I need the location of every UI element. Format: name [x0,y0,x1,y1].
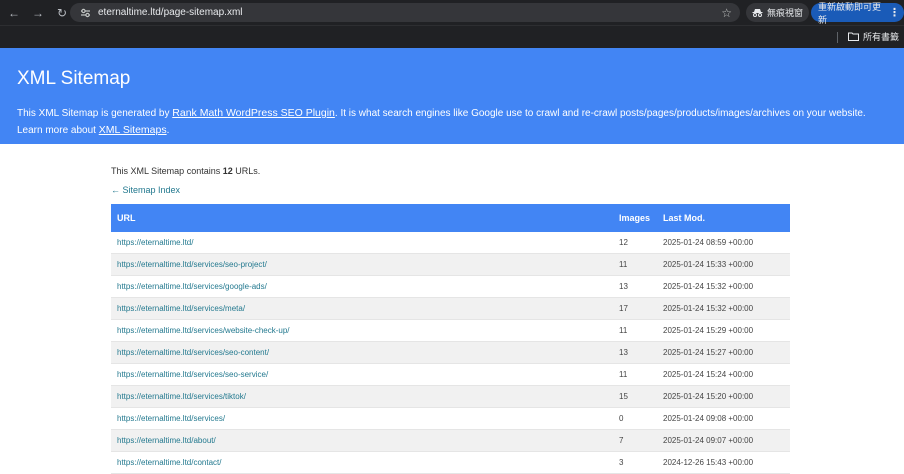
sitemap-url-link[interactable]: https://eternaltime.ltd/services/seo-con… [117,348,269,357]
browser-toolbar: ← → ↻ eternaltime.ltd/page-sitemap.xml ☆… [0,0,904,25]
lastmod-cell: 2025-01-24 09:07 +00:00 [657,429,790,452]
page-title: XML Sitemap [17,68,131,89]
url-cell: https://eternaltime.ltd/services/meta/ [111,297,613,320]
sitemap-content: This XML Sitemap contains 12 URLs. ← Sit… [111,166,790,474]
lastmod-cell: 2025-01-24 15:24 +00:00 [657,363,790,386]
url-cell: https://eternaltime.ltd/about/ [111,429,613,452]
sitemap-url-link[interactable]: https://eternaltime.ltd/services/website… [117,326,290,335]
url-cell: https://eternaltime.ltd/ [111,232,613,254]
url-cell: https://eternaltime.ltd/services/tiktok/ [111,385,613,408]
sitemap-url-link[interactable]: https://eternaltime.ltd/services/ [117,414,225,423]
all-bookmarks-button[interactable]: 所有書籤 [848,30,899,43]
table-row: https://eternaltime.ltd/services/seo-con… [111,341,790,364]
images-cell: 3 [613,451,657,474]
address-bar[interactable]: eternaltime.ltd/page-sitemap.xml ☆ [70,3,740,22]
url-count-text: This XML Sitemap contains 12 URLs. [111,166,790,176]
column-header-url[interactable]: URL [111,204,613,232]
address-url[interactable]: eternaltime.ltd/page-sitemap.xml [98,7,721,18]
site-info-icon[interactable] [78,6,92,20]
url-cell: https://eternaltime.ltd/services/seo-pro… [111,253,613,276]
desc-text-3: Learn more about [17,125,99,136]
incognito-label: 無痕視窗 [767,8,804,18]
sitemap-url-link[interactable]: https://eternaltime.ltd/services/tiktok/ [117,392,246,401]
table-row: https://eternaltime.ltd/about/7 2025-01-2… [111,429,790,452]
images-cell: 7 [613,429,657,452]
column-header-lastmod[interactable]: Last Mod. [657,204,790,232]
table-row: https://eternaltime.ltd/services/tiktok/… [111,385,790,408]
images-cell: 15 [613,385,657,408]
images-cell: 13 [613,341,657,364]
count-suffix: URLs. [232,166,261,176]
incognito-icon [752,8,763,17]
url-cell: https://eternaltime.ltd/services/google-… [111,275,613,298]
lastmod-cell: 2025-01-24 15:32 +00:00 [657,297,790,320]
table-row: https://eternaltime.ltd/services/meta/17… [111,297,790,320]
table-row: https://eternaltime.ltd/services/website… [111,319,790,342]
lastmod-cell: 2025-01-24 15:29 +00:00 [657,319,790,342]
images-cell: 17 [613,297,657,320]
sitemap-url-link[interactable]: https://eternaltime.ltd/about/ [117,436,216,445]
lastmod-cell: 2025-01-24 08:59 +00:00 [657,232,790,254]
reload-icon[interactable]: ↻ [52,3,72,23]
url-cell: https://eternaltime.ltd/services/ [111,407,613,430]
incognito-badge[interactable]: 無痕視窗 [746,3,810,22]
url-cell: https://eternaltime.ltd/services/seo-ser… [111,363,613,386]
rank-math-plugin-link[interactable]: Rank Math WordPress SEO Plugin [172,107,335,119]
xml-sitemaps-link[interactable]: XML Sitemaps [99,124,167,136]
sitemap-url-link[interactable]: https://eternaltime.ltd/services/google-… [117,282,267,291]
table-body: https://eternaltime.ltd/12 2025-01-24 08:… [111,232,790,474]
lastmod-cell: 2025-01-24 09:08 +00:00 [657,407,790,430]
bookmarks-divider [837,32,838,43]
url-cell: https://eternaltime.ltd/services/website… [111,319,613,342]
images-cell: 11 [613,319,657,342]
desc-text-1: This XML Sitemap is generated by [17,108,173,119]
url-cell: https://eternaltime.ltd/services/seo-con… [111,341,613,364]
images-cell: 12 [613,232,657,254]
url-count: 12 [222,166,233,176]
sitemap-url-link[interactable]: https://eternaltime.ltd/services/seo-pro… [117,260,267,269]
lastmod-cell: 2025-01-24 15:20 +00:00 [657,385,790,408]
all-bookmarks-label: 所有書籤 [863,32,900,42]
sitemap-url-link[interactable]: https://eternaltime.ltd/services/meta/ [117,304,245,313]
images-cell: 11 [613,363,657,386]
relaunch-label: 重新啟動即可更新 [818,1,882,25]
lastmod-cell: 2025-01-24 15:32 +00:00 [657,275,790,298]
lastmod-cell: 2024-12-26 15:43 +00:00 [657,451,790,474]
url-cell: https://eternaltime.ltd/contact/ [111,451,613,474]
count-prefix: This XML Sitemap contains [111,166,223,176]
page-viewport: XML Sitemap This XML Sitemap is generate… [0,48,904,474]
sitemap-url-link[interactable]: https://eternaltime.ltd/services/seo-ser… [117,370,268,379]
forward-arrow-icon[interactable]: → [28,3,48,23]
column-header-images[interactable]: Images [613,204,657,232]
table-row: https://eternaltime.ltd/12 2025-01-24 08:… [111,232,790,254]
table-row: https://eternaltime.ltd/services/seo-ser… [111,363,790,386]
lastmod-cell: 2025-01-24 15:33 +00:00 [657,253,790,276]
desc-text-4: . [166,125,170,136]
table-row: https://eternaltime.ltd/services/seo-pro… [111,253,790,276]
header-description: This XML Sitemap is generated by Rank Ma… [17,105,887,139]
folder-icon [848,32,859,41]
bookmarks-bar: 所有書籤 [0,25,904,48]
bookmark-star-icon[interactable]: ☆ [721,6,732,20]
table-row: https://eternaltime.ltd/contact/3 2024-12… [111,451,790,474]
table-row: https://eternaltime.ltd/services/0 2025-0… [111,407,790,430]
images-cell: 0 [613,407,657,430]
sitemap-url-link[interactable]: https://eternaltime.ltd/ [117,238,193,247]
sitemap-table: URL Images Last Mod. https://eternaltime… [111,204,790,474]
sitemap-url-link[interactable]: https://eternaltime.ltd/contact/ [117,458,222,467]
relaunch-update-button[interactable]: 重新啟動即可更新 ⋮ [811,2,904,25]
images-cell: 11 [613,253,657,276]
images-cell: 13 [613,275,657,298]
lastmod-cell: 2025-01-24 15:27 +00:00 [657,341,790,364]
desc-text-2: . It is what search engines like Google … [334,108,866,119]
sitemap-index-link[interactable]: ← Sitemap Index [111,185,790,195]
more-vert-icon[interactable]: ⋮ [889,6,900,19]
back-arrow-icon[interactable]: ← [4,3,24,23]
table-header-row: URL Images Last Mod. [111,204,790,232]
sitemap-header: XML Sitemap This XML Sitemap is generate… [0,48,904,144]
table-row: https://eternaltime.ltd/services/google-… [111,275,790,298]
